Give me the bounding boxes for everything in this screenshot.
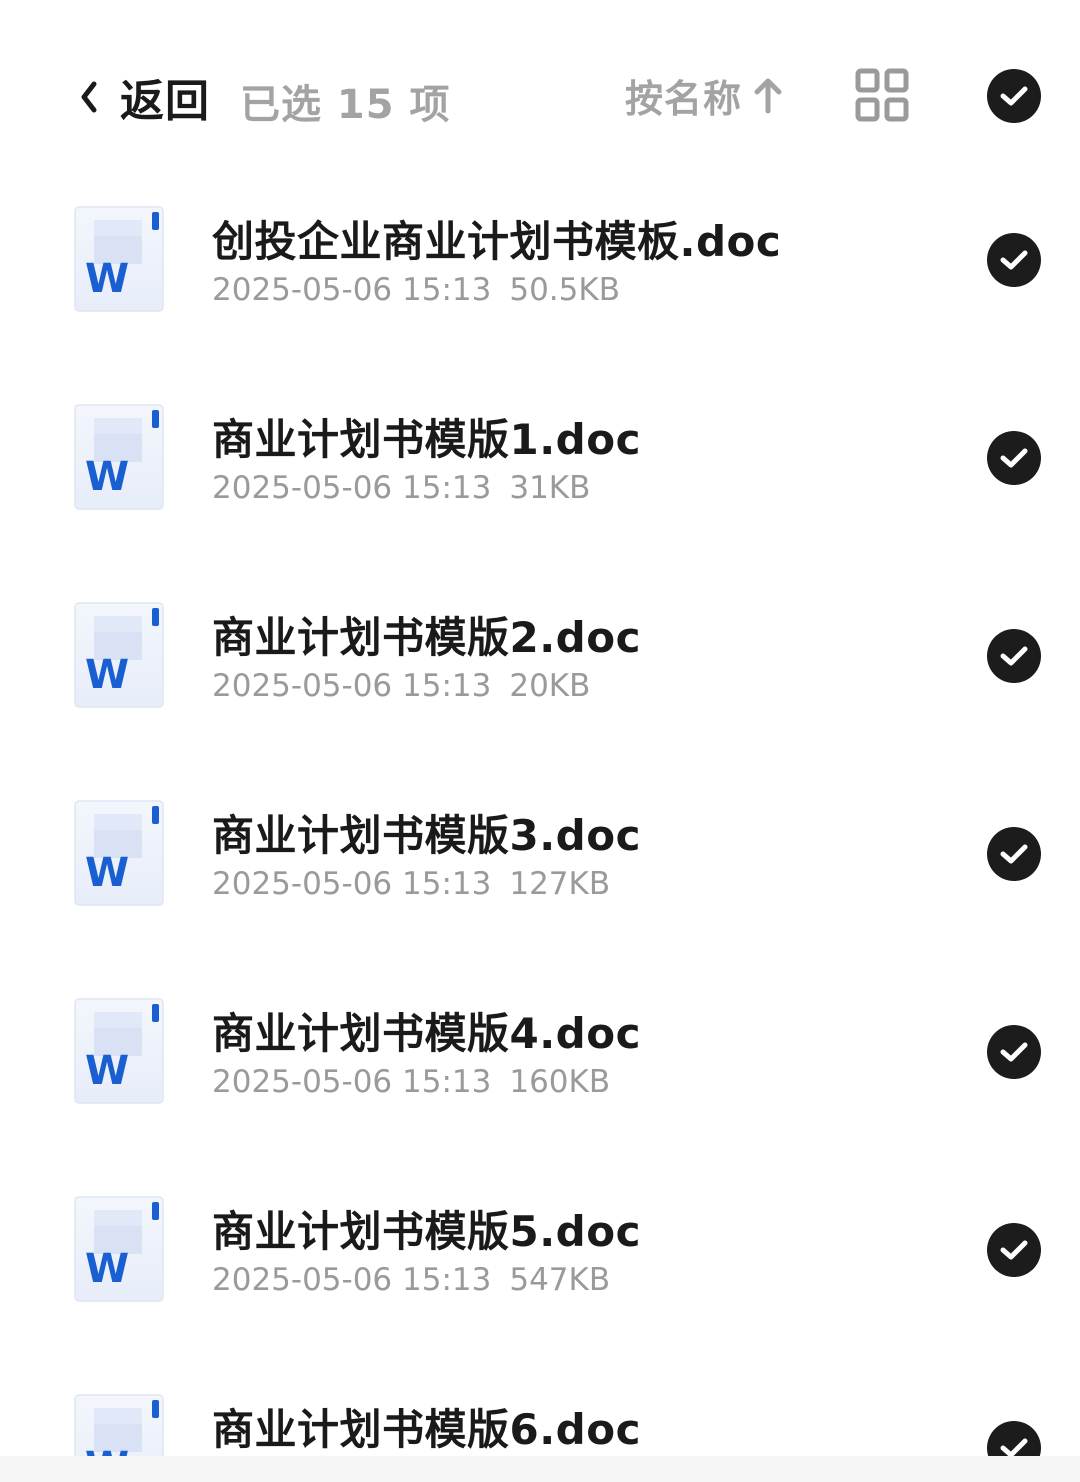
word-doc-icon: W: [74, 998, 164, 1104]
arrow-up-icon: [752, 75, 784, 115]
grid-icon: [855, 68, 909, 122]
word-doc-icon: W: [74, 206, 164, 312]
file-checkbox[interactable]: [987, 1025, 1041, 1079]
file-meta: 2025-05-06 15:13 31KB: [212, 470, 590, 506]
file-date: 2025-05-06 15:13: [212, 1064, 492, 1100]
file-picker-screen: 返回 已选 15 项 按名称 W 创投企业商业计划书模板.doc 2025-05…: [0, 0, 1080, 1482]
file-checkbox[interactable]: [987, 233, 1041, 287]
file-name: 商业计划书模版5.doc: [212, 1207, 641, 1256]
file-row[interactable]: W 商业计划书模版4.doc 2025-05-06 15:13 160KB: [0, 952, 1080, 1150]
file-checkbox[interactable]: [987, 827, 1041, 881]
selected-count: 已选 15 项: [240, 82, 451, 128]
file-date: 2025-05-06 15:13: [212, 1262, 492, 1298]
word-doc-icon: W: [74, 404, 164, 510]
word-doc-icon: W: [74, 1196, 164, 1302]
svg-text:W: W: [85, 256, 129, 302]
checkmark-icon: [1000, 86, 1028, 106]
file-name: 商业计划书模版2.doc: [212, 613, 641, 662]
checkmark-icon: [1000, 844, 1028, 864]
file-meta: 2025-05-06 15:13 50.5KB: [212, 272, 620, 308]
word-doc-icon: W: [74, 800, 164, 906]
checkmark-icon: [1000, 1240, 1028, 1260]
back-button[interactable]: 返回: [78, 66, 210, 128]
svg-text:W: W: [85, 652, 129, 698]
file-row[interactable]: W 商业计划书模版1.doc 2025-05-06 15:13 31KB: [0, 358, 1080, 556]
file-row[interactable]: W 创投企业商业计划书模板.doc 2025-05-06 15:13 50.5KB: [0, 160, 1080, 358]
file-row[interactable]: W 商业计划书模版2.doc 2025-05-06 15:13 20KB: [0, 556, 1080, 754]
checkmark-icon: [1000, 646, 1028, 666]
file-name: 创投企业商业计划书模板.doc: [212, 217, 782, 266]
svg-text:W: W: [85, 1048, 129, 1094]
file-date: 2025-05-06 15:13: [212, 866, 492, 902]
back-label: 返回: [120, 76, 210, 127]
file-meta: 2025-05-06 15:13 127KB: [212, 866, 610, 902]
sort-by-name-button[interactable]: 按名称: [625, 70, 784, 121]
file-checkbox[interactable]: [987, 431, 1041, 485]
svg-text:W: W: [85, 1246, 129, 1292]
file-checkbox[interactable]: [987, 629, 1041, 683]
file-name: 商业计划书模版3.doc: [212, 811, 641, 860]
file-checkbox[interactable]: [987, 1223, 1041, 1277]
file-size: 547KB: [509, 1262, 611, 1298]
file-name: 商业计划书模版6.doc: [212, 1405, 641, 1454]
checkmark-icon: [1000, 1042, 1028, 1062]
bottom-edge: [0, 1456, 1080, 1482]
word-doc-icon: W: [74, 602, 164, 708]
file-meta: 2025-05-06 15:13 547KB: [212, 1262, 610, 1298]
sort-label: 按名称: [625, 76, 743, 121]
file-date: 2025-05-06 15:13: [212, 668, 492, 704]
checkmark-icon: [1000, 250, 1028, 270]
file-list: W 创投企业商业计划书模板.doc 2025-05-06 15:13 50.5KB: [0, 160, 1080, 1482]
file-name: 商业计划书模版4.doc: [212, 1009, 641, 1058]
file-meta: 2025-05-06 15:13 20KB: [212, 668, 590, 704]
svg-text:W: W: [85, 454, 129, 500]
file-size: 31KB: [509, 470, 591, 506]
select-all-checkbox[interactable]: [987, 69, 1041, 123]
file-row[interactable]: W 商业计划书模版3.doc 2025-05-06 15:13 127KB: [0, 754, 1080, 952]
file-name: 商业计划书模版1.doc: [212, 415, 641, 464]
file-size: 160KB: [509, 1064, 611, 1100]
file-date: 2025-05-06 15:13: [212, 470, 492, 506]
file-date: 2025-05-06 15:13: [212, 272, 492, 308]
chevron-left-icon: [78, 77, 108, 117]
file-size: 127KB: [509, 866, 611, 902]
file-size: 50.5KB: [509, 272, 620, 308]
file-meta: 2025-05-06 15:13 160KB: [212, 1064, 610, 1100]
file-size: 20KB: [509, 668, 591, 704]
checkmark-icon: [1000, 448, 1028, 468]
grid-view-button[interactable]: [855, 68, 909, 122]
svg-text:W: W: [85, 850, 129, 896]
file-row[interactable]: W 商业计划书模版5.doc 2025-05-06 15:13 547KB: [0, 1150, 1080, 1348]
